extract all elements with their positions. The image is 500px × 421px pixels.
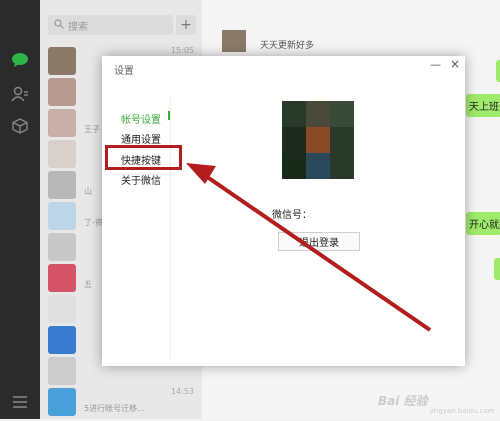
- row-time: 15:05: [170, 46, 194, 55]
- avatar: [48, 295, 76, 323]
- active-indicator: [168, 111, 170, 120]
- avatar-tile: [306, 153, 330, 179]
- close-button[interactable]: ×: [450, 57, 460, 71]
- watermark-url: jingyan.baidu.com: [430, 407, 495, 415]
- avatar: [48, 233, 76, 261]
- avatar-tile: [330, 101, 354, 127]
- contacts-icon[interactable]: [10, 84, 30, 104]
- watermark-logo: Bai 经验: [378, 394, 428, 408]
- avatar: [48, 388, 76, 416]
- row-snippet: 5进行帐号迁移...: [84, 404, 145, 413]
- avatar: [48, 140, 76, 168]
- chat-icon[interactable]: [10, 50, 30, 70]
- chat-avatar: [222, 30, 246, 52]
- chat-bubble: [494, 258, 500, 280]
- nav-item-general[interactable]: 通用设置: [121, 131, 161, 146]
- chat-bubble: 天上班去: [466, 94, 500, 117]
- dialog-title: 设置: [114, 66, 134, 77]
- add-button[interactable]: +: [176, 15, 196, 35]
- box-icon[interactable]: [10, 116, 30, 136]
- avatar: [48, 109, 76, 137]
- chat-bubble: 开心就别: [466, 212, 500, 235]
- nav-item-about[interactable]: 关于微信: [121, 172, 161, 187]
- avatar: [48, 357, 76, 385]
- row-time: 14:53: [170, 387, 194, 396]
- search-placeholder: 搜索: [68, 21, 88, 33]
- profile-avatar: [282, 101, 354, 179]
- list-item[interactable]: 14:53 5进行帐号迁移...: [40, 383, 202, 421]
- annotation-box: [105, 145, 182, 170]
- avatar-tile: [330, 127, 354, 153]
- avatar: [48, 171, 76, 199]
- avatar: [48, 326, 76, 354]
- avatar-tile: [306, 127, 330, 153]
- row-snippet: 山: [84, 187, 92, 196]
- row-snippet: 五: [84, 280, 92, 289]
- settings-nav: 帐号设置 通用设置 快捷按键 关于微信: [102, 96, 171, 358]
- avatar: [48, 78, 76, 106]
- chat-bubble: [496, 60, 500, 82]
- search-icon: [54, 18, 64, 32]
- avatar-tile: [306, 101, 330, 127]
- avatar: [48, 202, 76, 230]
- logout-button[interactable]: 退出登录: [278, 232, 360, 251]
- minimize-button[interactable]: —: [430, 58, 441, 71]
- chat-top-text: 天天更新好多: [260, 41, 315, 51]
- avatar: [48, 47, 76, 75]
- avatar-tile: [282, 127, 306, 153]
- avatar-tile: [282, 101, 306, 127]
- settings-dialog: 设置 — × 帐号设置 通用设置 快捷按键 关于微信 微信号： 退出登录: [102, 56, 465, 366]
- row-snippet: 王子: [84, 125, 100, 134]
- menu-icon[interactable]: [10, 392, 30, 412]
- row-snippet: 了-资: [84, 218, 103, 227]
- nav-item-account[interactable]: 帐号设置: [121, 111, 161, 126]
- avatar-tile: [330, 153, 354, 179]
- avatar-tile: [282, 153, 306, 179]
- wechat-id-label: 微信号：: [272, 210, 312, 221]
- nav-rail: [0, 0, 40, 419]
- search-input[interactable]: 搜索: [48, 15, 173, 35]
- avatar: [48, 264, 76, 292]
